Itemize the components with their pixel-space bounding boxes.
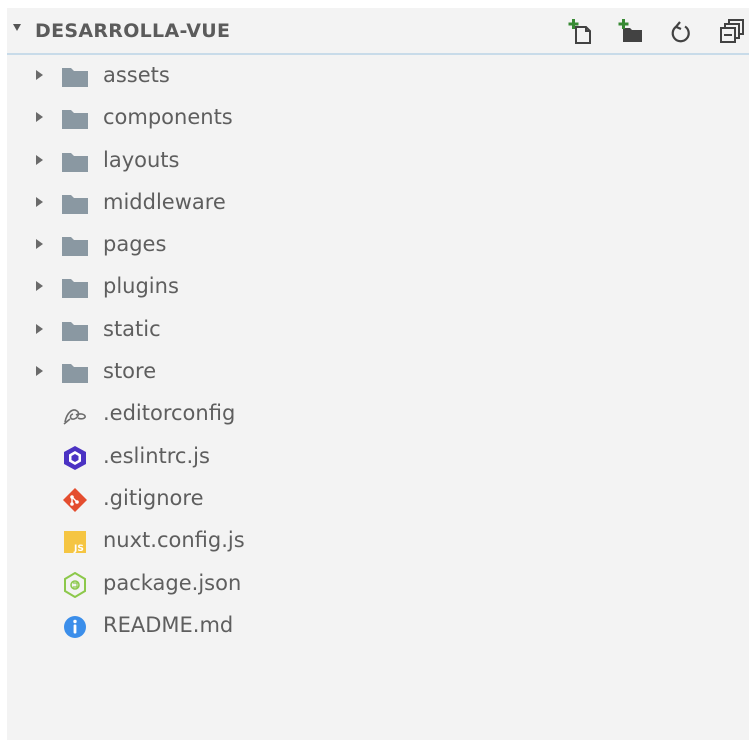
file-row-nuxt-config[interactable]: JS nuxt.config.js xyxy=(7,521,749,563)
folder-row-middleware[interactable]: middleware xyxy=(7,183,749,225)
file-tree: assets components layouts middleware pag… xyxy=(7,56,749,648)
git-icon xyxy=(61,487,89,513)
collapse-all-button[interactable] xyxy=(717,18,745,46)
folder-label: middleware xyxy=(103,189,226,214)
folder-label: store xyxy=(103,359,157,384)
folder-row-assets[interactable]: assets xyxy=(7,56,749,98)
info-icon xyxy=(61,614,89,640)
expand-arrow-icon[interactable] xyxy=(36,323,43,334)
folder-row-store[interactable]: store xyxy=(7,352,749,394)
new-file-button[interactable] xyxy=(567,18,595,46)
new-file-icon xyxy=(568,19,591,44)
expand-arrow-icon[interactable] xyxy=(36,112,43,123)
javascript-icon: JS xyxy=(61,529,89,555)
folder-icon xyxy=(61,360,89,386)
collapse-all-icon xyxy=(720,19,744,43)
expand-arrow-icon[interactable] xyxy=(36,366,43,377)
folder-row-layouts[interactable]: layouts xyxy=(7,141,749,183)
collapse-chevron-icon[interactable] xyxy=(13,24,21,31)
nodejs-icon xyxy=(61,571,89,598)
file-row-readme[interactable]: README.md xyxy=(7,606,749,648)
folder-icon xyxy=(61,106,89,132)
workspace-title: DESARROLLA-VUE xyxy=(35,20,231,42)
file-label: nuxt.config.js xyxy=(103,528,245,553)
explorer-panel: DESARROLLA-VUE assets components layouts… xyxy=(7,8,749,740)
folder-icon xyxy=(61,233,89,259)
folder-icon xyxy=(61,149,89,175)
folder-row-components[interactable]: components xyxy=(7,98,749,140)
folder-row-plugins[interactable]: plugins xyxy=(7,267,749,309)
refresh-button[interactable] xyxy=(667,18,695,46)
svg-text:JS: JS xyxy=(73,544,84,554)
expand-arrow-icon[interactable] xyxy=(36,70,43,80)
folder-icon xyxy=(61,191,89,217)
folder-label: pages xyxy=(103,232,167,257)
folder-label: components xyxy=(103,105,233,130)
expand-arrow-icon[interactable] xyxy=(36,196,43,207)
folder-icon xyxy=(61,318,89,344)
expand-arrow-icon[interactable] xyxy=(36,239,43,250)
file-row-eslintrc[interactable]: .eslintrc.js xyxy=(7,437,749,479)
expand-arrow-icon[interactable] xyxy=(36,154,43,165)
refresh-icon xyxy=(671,21,690,43)
explorer-actions xyxy=(567,18,745,46)
file-label: .gitignore xyxy=(103,485,204,510)
folder-icon xyxy=(61,64,89,90)
folder-label: static xyxy=(103,316,161,341)
folder-row-static[interactable]: static xyxy=(7,310,749,352)
folder-icon xyxy=(61,275,89,301)
folder-row-pages[interactable]: pages xyxy=(7,225,749,267)
expand-arrow-icon[interactable] xyxy=(36,281,43,292)
file-label: .editorconfig xyxy=(103,401,236,426)
new-folder-button[interactable] xyxy=(617,18,645,46)
file-label: .eslintrc.js xyxy=(103,443,210,468)
folder-label: layouts xyxy=(103,147,180,172)
file-row-editorconfig[interactable]: .editorconfig xyxy=(7,394,749,436)
editorconfig-icon xyxy=(61,402,89,428)
explorer-header[interactable]: DESARROLLA-VUE xyxy=(7,8,749,55)
file-label: README.md xyxy=(103,612,234,637)
file-row-gitignore[interactable]: .gitignore xyxy=(7,479,749,521)
file-label: package.json xyxy=(103,570,242,595)
eslint-icon xyxy=(61,445,89,471)
new-folder-icon xyxy=(618,19,642,42)
folder-label: plugins xyxy=(103,274,179,299)
folder-label: assets xyxy=(103,63,170,87)
file-row-package-json[interactable]: package.json xyxy=(7,564,749,606)
